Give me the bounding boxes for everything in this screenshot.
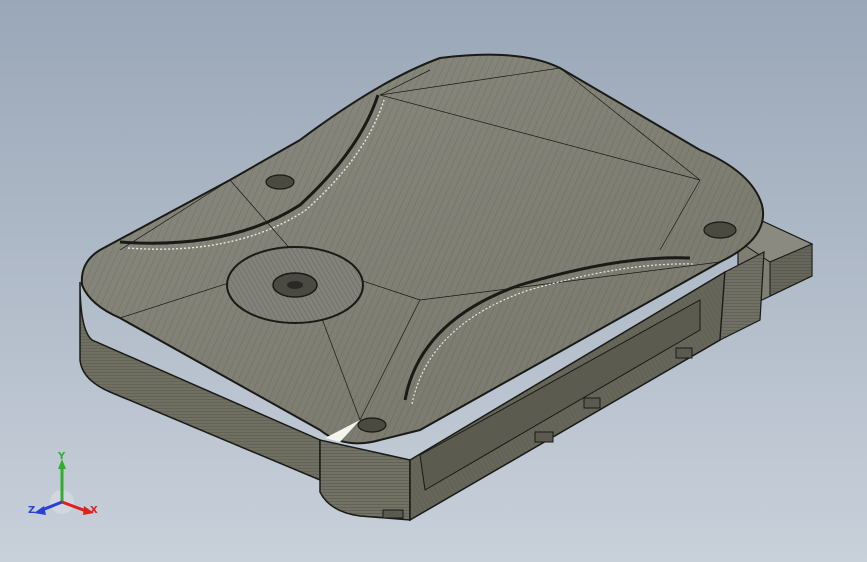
hard-drive-model[interactable] (0, 0, 867, 562)
axis-x-label: X (90, 505, 98, 516)
axis-y-label: Y (58, 451, 66, 462)
axis-triad-icon (34, 459, 94, 515)
screw-hole-left (265, 174, 295, 190)
spindle-hub (226, 246, 364, 324)
axis-z-label: Z (28, 505, 36, 516)
3d-viewport[interactable]: Y X Z (0, 0, 867, 562)
screw-hole-right (703, 221, 737, 239)
